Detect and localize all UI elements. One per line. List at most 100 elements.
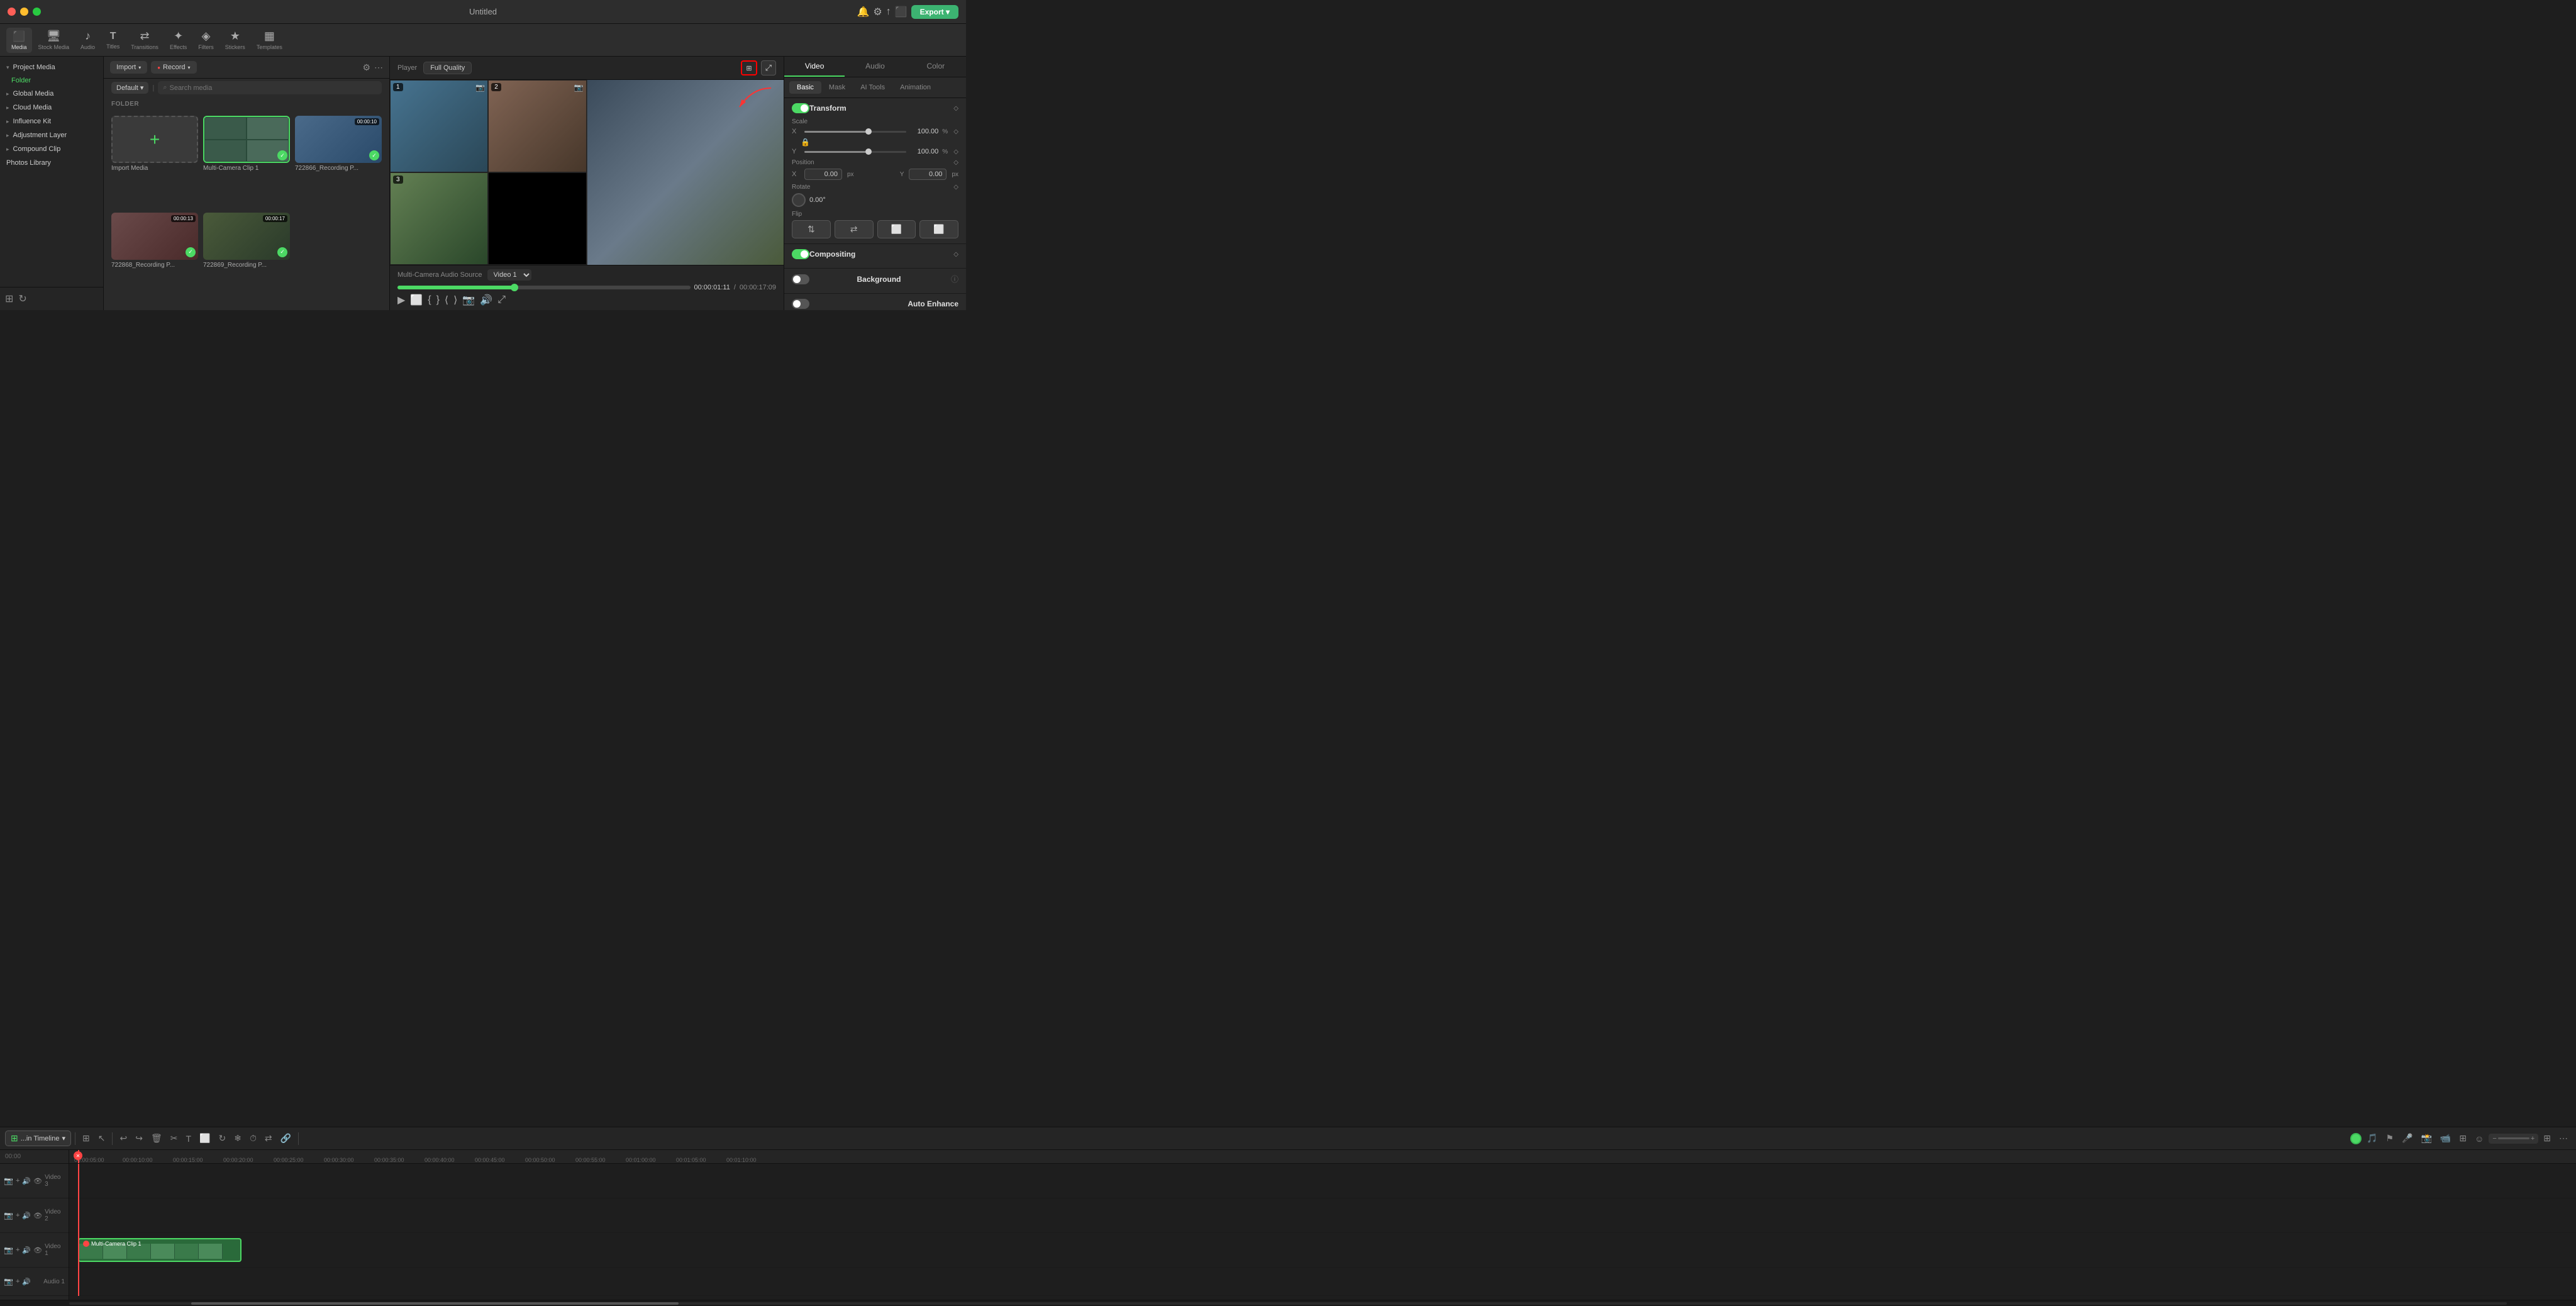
tl-crop-button[interactable]: ⬜ bbox=[196, 1131, 213, 1146]
folder-icon[interactable]: ↻ bbox=[18, 293, 26, 305]
compositing-toggle[interactable] bbox=[792, 249, 809, 259]
background-toggle[interactable] bbox=[792, 274, 809, 284]
zoom-plus[interactable]: + bbox=[2531, 1135, 2534, 1142]
compositing-diamond[interactable]: ◇ bbox=[953, 251, 958, 258]
volume-button[interactable]: 🔊 bbox=[480, 294, 492, 306]
play-button[interactable]: ▶ bbox=[397, 294, 405, 306]
tl-link-button[interactable]: 🔗 bbox=[277, 1131, 294, 1146]
out-point-button[interactable]: } bbox=[436, 294, 440, 306]
screenshot-button[interactable]: 📷 bbox=[462, 294, 475, 306]
clip2-thumb[interactable]: 00:00:13 ✓ 722868_Recording P... bbox=[111, 213, 198, 304]
cam-cell-1[interactable]: 1 📷 bbox=[390, 80, 488, 172]
quality-button[interactable]: Full Quality bbox=[423, 62, 472, 74]
stop-button[interactable]: ⬜ bbox=[410, 294, 423, 306]
tl-voiceover-button[interactable]: 📹 bbox=[2437, 1131, 2454, 1146]
tl-rotate-button[interactable]: ↻ bbox=[215, 1131, 229, 1146]
zoom-slider[interactable] bbox=[2498, 1137, 2529, 1139]
default-view-button[interactable]: Default ▾ bbox=[111, 82, 148, 94]
rotate-dial[interactable] bbox=[792, 193, 806, 207]
track-v1-add-icon[interactable]: + bbox=[16, 1246, 19, 1254]
tl-snapshot-button[interactable]: 📸 bbox=[2418, 1131, 2434, 1146]
track-v2-add-icon[interactable]: + bbox=[16, 1212, 19, 1219]
tl-emoji-button[interactable]: ☺ bbox=[2472, 1132, 2487, 1146]
import-media-thumb[interactable]: + Import Media bbox=[111, 116, 198, 208]
track-v3-volume-icon[interactable]: 🔊 bbox=[22, 1177, 31, 1185]
track-v1-volume-icon[interactable]: 🔊 bbox=[22, 1246, 31, 1254]
toolbar-templates[interactable]: ▦ Templates bbox=[252, 27, 287, 53]
search-bar[interactable]: ⌕ bbox=[158, 81, 382, 94]
multicam-clip-block[interactable]: Multi-Camera Clip 1 bbox=[78, 1238, 242, 1262]
add-media-icon[interactable]: ⊞ bbox=[5, 293, 13, 305]
rotate-diamond[interactable]: ◇ bbox=[953, 184, 958, 191]
tl-mic-button[interactable]: 🎤 bbox=[2399, 1131, 2416, 1146]
tl-layout-button[interactable]: ⊞ bbox=[2540, 1131, 2554, 1146]
subtab-animation[interactable]: Animation bbox=[892, 81, 938, 94]
tab-audio[interactable]: Audio bbox=[845, 57, 905, 77]
background-info-icon[interactable]: ⓘ bbox=[951, 274, 958, 284]
subtab-basic[interactable]: Basic bbox=[789, 81, 821, 94]
tl-transition-button[interactable]: ⇄ bbox=[262, 1131, 275, 1146]
track-a1-volume-icon[interactable]: 🔊 bbox=[22, 1278, 31, 1286]
share-icon[interactable]: ↑ bbox=[886, 6, 891, 18]
toolbar-titles[interactable]: T Titles bbox=[101, 28, 125, 52]
cam-cell-3[interactable]: 3 bbox=[390, 172, 488, 265]
in-point-button[interactable]: { bbox=[428, 294, 431, 306]
flip-v-button[interactable]: ⇅ bbox=[792, 220, 831, 238]
close-button[interactable] bbox=[8, 8, 16, 16]
transform-diamond-icon[interactable]: ◇ bbox=[953, 105, 958, 112]
import-button[interactable]: Import ▾ bbox=[110, 61, 147, 74]
flip-btn4[interactable]: ⬜ bbox=[919, 220, 958, 238]
settings-icon[interactable]: ⚙ bbox=[873, 6, 882, 18]
tl-delete-button[interactable]: 🗑 bbox=[148, 1131, 165, 1146]
fullscreen-ctrl-button[interactable]: ⤢ bbox=[497, 294, 506, 306]
track-v2-volume-icon[interactable]: 🔊 bbox=[22, 1212, 31, 1220]
scale-x-diamond[interactable]: ◇ bbox=[953, 128, 958, 135]
position-diamond[interactable]: ◇ bbox=[953, 159, 958, 166]
next-frame-button[interactable]: ⟩ bbox=[453, 294, 457, 306]
notification-icon[interactable]: 🔔 bbox=[857, 6, 869, 18]
toolbar-audio[interactable]: ♪ Audio bbox=[75, 27, 100, 53]
multicam-clip-thumb[interactable]: ✓ Multi-Camera Clip 1 bbox=[203, 116, 290, 208]
minimize-button[interactable] bbox=[20, 8, 28, 16]
pos-y-input[interactable] bbox=[909, 169, 947, 180]
clip3-thumb[interactable]: 00:00:17 ✓ 722869_Recording P... bbox=[203, 213, 290, 304]
scale-x-slider[interactable] bbox=[804, 131, 906, 133]
sidebar-item-project-media[interactable]: ▾ Project Media bbox=[0, 60, 103, 74]
sidebar-item-compound-clip[interactable]: ▸ Compound Clip bbox=[0, 142, 103, 156]
tab-video[interactable]: Video bbox=[784, 57, 845, 77]
tl-speed-button[interactable]: ⏱ bbox=[247, 1131, 260, 1146]
toolbar-media[interactable]: ⬛ Media bbox=[6, 28, 32, 53]
scale-y-slider[interactable] bbox=[804, 151, 906, 153]
toolbar-effects[interactable]: ✦ Effects bbox=[165, 27, 192, 53]
toolbar-filters[interactable]: ◈ Filters bbox=[193, 27, 219, 53]
track-v3-add-icon[interactable]: + bbox=[16, 1177, 19, 1185]
flip-btn3[interactable]: ⬜ bbox=[877, 220, 916, 238]
auto-enhance-toggle[interactable] bbox=[792, 299, 809, 309]
subtab-mask[interactable]: Mask bbox=[821, 81, 853, 94]
zoom-minus[interactable]: − bbox=[2492, 1135, 2496, 1142]
toolbar-stickers[interactable]: ★ Stickers bbox=[220, 27, 250, 53]
sidebar-folder[interactable]: Folder bbox=[0, 74, 103, 87]
scrollbar-thumb[interactable] bbox=[191, 1302, 679, 1305]
track-v3-eye-icon[interactable]: 👁 bbox=[33, 1177, 42, 1185]
clip1-thumb[interactable]: 00:00:10 ✓ 722866_Recording P... bbox=[295, 116, 382, 208]
zoom-control[interactable]: − + bbox=[2489, 1134, 2538, 1144]
audio-source-select[interactable]: Video 1 Video 2 Video 3 bbox=[487, 269, 531, 281]
tl-select-button[interactable]: ↖ bbox=[95, 1131, 109, 1146]
record-button[interactable]: ● Record ▾ bbox=[151, 61, 196, 74]
tl-redo-button[interactable]: ↪ bbox=[132, 1131, 146, 1146]
tl-undo-button[interactable]: ↩ bbox=[116, 1131, 130, 1146]
track-v2-eye-icon[interactable]: 👁 bbox=[33, 1212, 42, 1220]
track-v1-eye-icon[interactable]: 👁 bbox=[33, 1246, 42, 1254]
tl-text-button[interactable]: T bbox=[182, 1132, 194, 1146]
tl-audio-button[interactable]: 🎵 bbox=[2363, 1131, 2380, 1146]
import-placeholder[interactable]: + bbox=[111, 116, 198, 163]
scrollbar-track[interactable] bbox=[69, 1302, 2507, 1305]
tl-more-button[interactable]: ⋯ bbox=[2556, 1131, 2571, 1146]
flip-h-button[interactable]: ⇄ bbox=[835, 220, 874, 238]
search-input[interactable] bbox=[169, 84, 377, 92]
track-a1-add-icon[interactable]: + bbox=[16, 1278, 19, 1285]
sidebar-item-adjustment-layer[interactable]: ▸ Adjustment Layer bbox=[0, 128, 103, 142]
toolbar-transitions[interactable]: ⇄ Transitions bbox=[126, 27, 164, 53]
save-icon[interactable]: ⬛ bbox=[895, 6, 908, 18]
